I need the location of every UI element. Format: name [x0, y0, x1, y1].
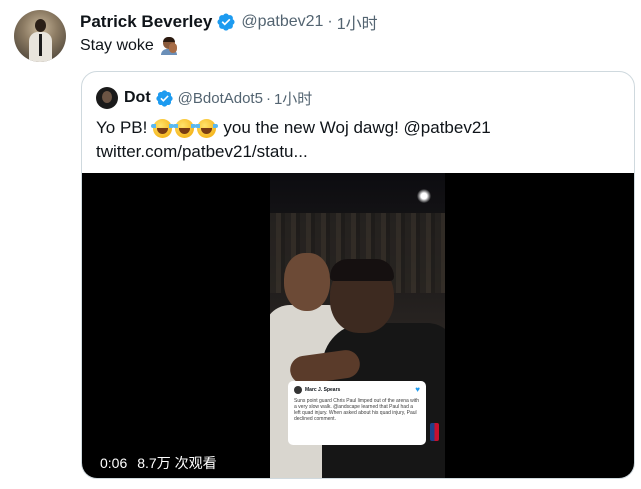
embedded-tweet-avatar — [294, 386, 302, 394]
avatar-figure-head — [35, 19, 46, 32]
separator-dot: · — [265, 89, 271, 107]
author-handle[interactable]: @patbev21 — [241, 13, 323, 31]
verified-badge-icon — [156, 89, 173, 107]
video-info-overlay: 0:06 8.7万 次观看 — [100, 453, 227, 473]
separator-dot: · — [327, 13, 333, 30]
tweet-card[interactable]: Patrick Beverley @patbev21 · 1小时 Stay wo… — [0, 0, 641, 489]
avatar-figure-tie — [39, 34, 42, 56]
face-with-tears-of-joy-emoji-icon — [151, 118, 175, 138]
player-right-hair — [330, 259, 394, 281]
quoted-text-end: you the new Woj dawg! @patbev21 — [223, 118, 491, 137]
quoted-author-avatar[interactable] — [96, 87, 118, 109]
embedded-tweet-card: Marc J. Spears ♥ Suns point guard Chris … — [288, 381, 426, 445]
tweet-text-content: Stay woke — [80, 37, 154, 54]
video-frame: Marc J. Spears ♥ Suns point guard Chris … — [270, 173, 445, 478]
tweet-timestamp[interactable]: 1小时 — [337, 10, 378, 34]
nba-logo-icon — [430, 423, 439, 441]
video-duration: 0:06 — [100, 455, 128, 471]
stadium-light — [417, 189, 431, 203]
face-with-tears-of-joy-emoji-icon — [195, 118, 219, 138]
quoted-text-start: Yo PB! — [96, 118, 148, 137]
author-avatar[interactable] — [14, 10, 66, 62]
author-name[interactable]: Patrick Beverley — [80, 12, 212, 32]
video-view-count: 8.7万 次观看 — [137, 455, 217, 471]
quoted-author-handle[interactable]: @BdotAdot5 — [178, 90, 263, 107]
quoted-author-name[interactable]: Dot — [124, 89, 151, 107]
quoted-timestamp[interactable]: 1小时 — [274, 88, 312, 109]
twitter-bird-icon: ♥ — [415, 385, 420, 394]
quoted-tweet[interactable]: Dot @BdotAdot5 · 1小时 Yo PB! you the new … — [81, 71, 635, 479]
quoted-text-line-1: Yo PB! you the new Woj dawg! @patbev21 — [96, 116, 491, 140]
verified-badge-icon — [217, 13, 235, 31]
quoted-tweet-text: Yo PB! you the new Woj dawg! @patbev21 t… — [96, 116, 491, 164]
embedded-tweet-text: Suns point guard Chris Paul limped out o… — [294, 398, 420, 422]
player-left-head — [284, 253, 330, 311]
face-with-tears-of-joy-emoji-icon — [173, 118, 197, 138]
embedded-tweet-name: Marc J. Spears — [305, 386, 341, 393]
tweet-header: Patrick Beverley @patbev21 · 1小时 — [80, 11, 378, 33]
quoted-text-link[interactable]: twitter.com/patbev21/statu... — [96, 140, 308, 164]
quoted-tweet-header: Dot @BdotAdot5 · 1小时 — [96, 87, 312, 109]
video-player[interactable]: Marc J. Spears ♥ Suns point guard Chris … — [82, 173, 634, 478]
person-facepalming-emoji-icon — [160, 37, 178, 55]
tweet-text: Stay woke — [80, 37, 178, 55]
quoted-text-line-2[interactable]: twitter.com/patbev21/statu... — [96, 140, 491, 164]
